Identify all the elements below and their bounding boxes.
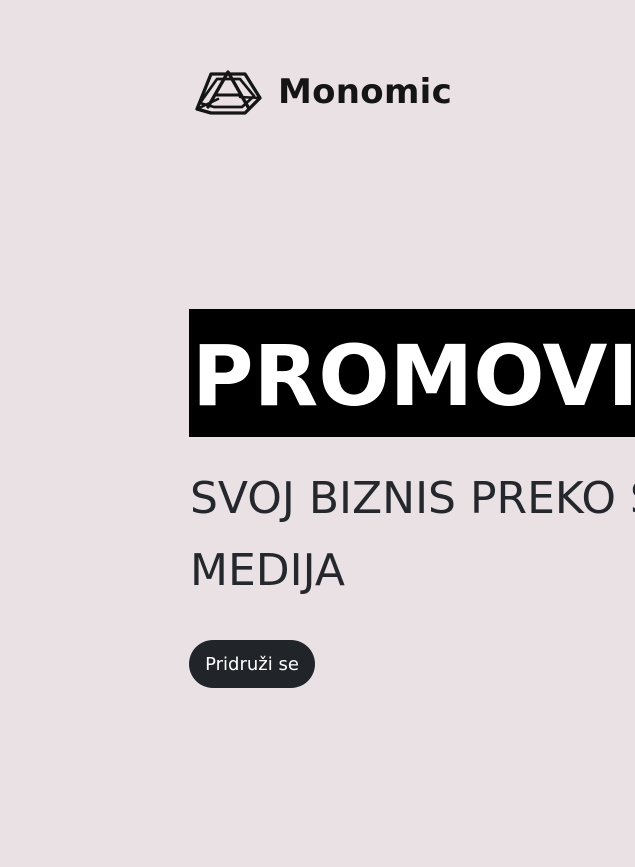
headline-block: PROMOVI [189, 309, 635, 437]
subheadline-line-2: MEDIJA [190, 545, 345, 596]
hero-headline: PROMOVI [189, 309, 635, 437]
hero-subheadline: SVOJ BIZNIS PREKO S MEDIJA [190, 463, 635, 603]
brand-logo-link[interactable]: Monomic [194, 66, 452, 118]
brand-name: Monomic [278, 72, 453, 112]
monomic-triangle-logo-icon [195, 70, 262, 115]
subheadline-line-1: SVOJ BIZNIS PREKO S [190, 473, 635, 524]
join-button[interactable]: Pridruži se [189, 640, 315, 688]
